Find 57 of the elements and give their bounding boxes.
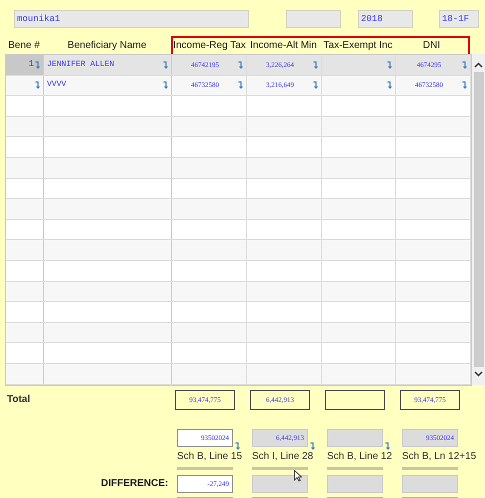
table-row[interactable]: [6, 96, 471, 117]
schedule-label: Sch B, Ln 12+15: [402, 450, 477, 464]
table-row[interactable]: [6, 302, 471, 323]
table-row[interactable]: [6, 322, 471, 344]
header-field[interactable]: [286, 10, 341, 28]
down-arrow-icon[interactable]: [387, 60, 392, 69]
down-arrow-icon[interactable]: [462, 81, 467, 90]
total-field: [325, 390, 385, 410]
column-header: Beneficiary Name: [66, 40, 148, 52]
column-header: Tax-Exempt Inc: [322, 40, 394, 52]
schedule-field[interactable]: [327, 428, 383, 446]
down-arrow-icon[interactable]: [235, 442, 240, 450]
header-field[interactable]: 18-1F: [439, 10, 479, 28]
total-label: Total: [6, 393, 32, 407]
down-arrow-icon[interactable]: [163, 60, 168, 69]
column-header: Bene #: [7, 40, 41, 52]
header-field[interactable]: 2018: [358, 10, 413, 28]
table-row[interactable]: [6, 343, 471, 364]
table-row[interactable]: [6, 260, 471, 282]
difference-field[interactable]: [402, 474, 458, 492]
scrollbar[interactable]: [472, 54, 485, 385]
mouse-cursor-icon: [294, 470, 302, 482]
down-arrow-icon[interactable]: [313, 60, 318, 69]
down-arrow-icon[interactable]: [387, 81, 392, 90]
header-field[interactable]: mounika1: [14, 10, 249, 28]
down-arrow-icon[interactable]: [385, 442, 390, 450]
table-row[interactable]: [6, 220, 471, 240]
difference-field[interactable]: [252, 474, 308, 492]
schedule-label: Sch B, Line 12: [327, 450, 394, 464]
down-arrow-icon[interactable]: [163, 81, 168, 90]
table-row[interactable]: [6, 158, 471, 179]
table-row[interactable]: [6, 240, 471, 261]
table-row[interactable]: [6, 178, 471, 200]
table-cell: VVVV: [47, 79, 66, 92]
column-header: Income-Alt Min: [249, 40, 318, 52]
down-arrow-icon[interactable]: [35, 60, 40, 69]
column-header: Income-Reg Tax: [173, 40, 246, 52]
table-row[interactable]: [6, 282, 471, 302]
table-cell: JENNIFER ALLEN: [47, 58, 114, 71]
scroll-down-icon[interactable]: [474, 371, 483, 377]
down-arrow-icon[interactable]: [462, 60, 467, 69]
column-header: DNI: [422, 40, 442, 52]
scrollbar-thumb[interactable]: [474, 72, 484, 367]
down-arrow-icon[interactable]: [35, 81, 40, 90]
table-cell-text: 1: [28, 58, 34, 72]
down-arrow-icon[interactable]: [238, 60, 243, 69]
difference-label: DIFFERENCE:: [100, 477, 170, 491]
schedule-label: Sch I, Line 28: [252, 450, 314, 464]
table-row[interactable]: [6, 199, 471, 220]
table-row[interactable]: [6, 116, 471, 138]
difference-field[interactable]: [327, 474, 383, 492]
down-arrow-icon[interactable]: [310, 442, 315, 450]
down-arrow-icon[interactable]: [313, 81, 318, 90]
schedule-label: Sch B, Line 15: [177, 450, 244, 464]
table-row[interactable]: [6, 137, 471, 158]
scroll-up-icon[interactable]: [474, 62, 483, 68]
down-arrow-icon[interactable]: [238, 81, 243, 90]
